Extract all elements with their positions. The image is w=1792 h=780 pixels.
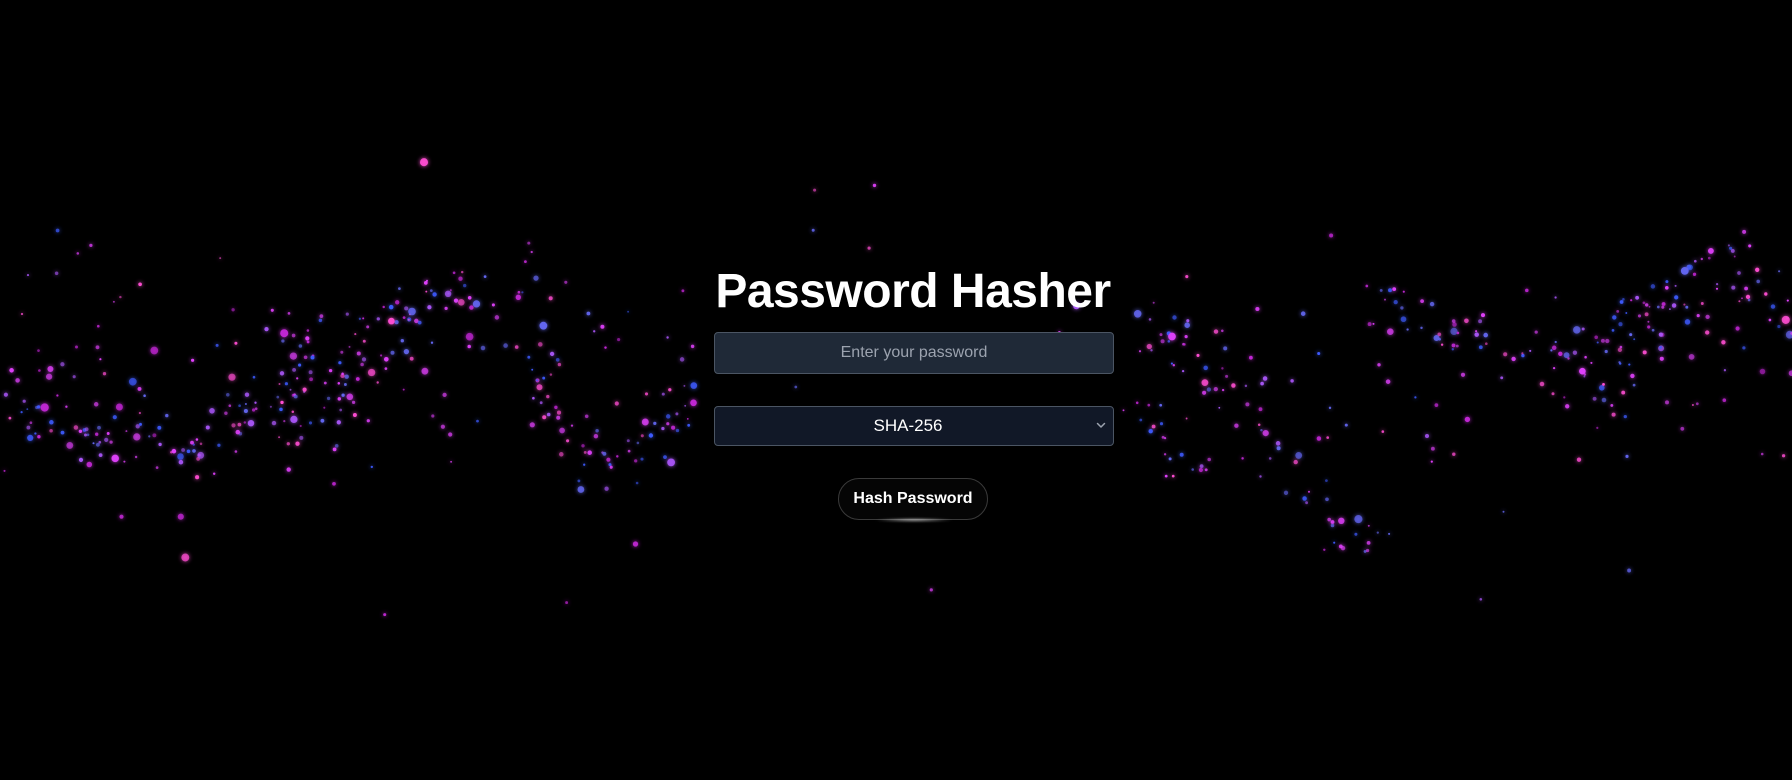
algorithm-select[interactable]: SHA-256 — [714, 406, 1114, 446]
app-root: Password Hasher SHA-256 Hash Password — [0, 0, 1792, 780]
chevron-down-icon — [1096, 422, 1106, 428]
hash-password-button[interactable]: Hash Password — [838, 478, 988, 520]
hasher-panel: Password Hasher SHA-256 Hash Password — [0, 0, 1792, 780]
algorithm-select-value: SHA-256 — [873, 416, 943, 435]
button-glow — [874, 518, 954, 522]
password-input[interactable] — [714, 332, 1114, 374]
page-title: Password Hasher — [715, 265, 1111, 318]
